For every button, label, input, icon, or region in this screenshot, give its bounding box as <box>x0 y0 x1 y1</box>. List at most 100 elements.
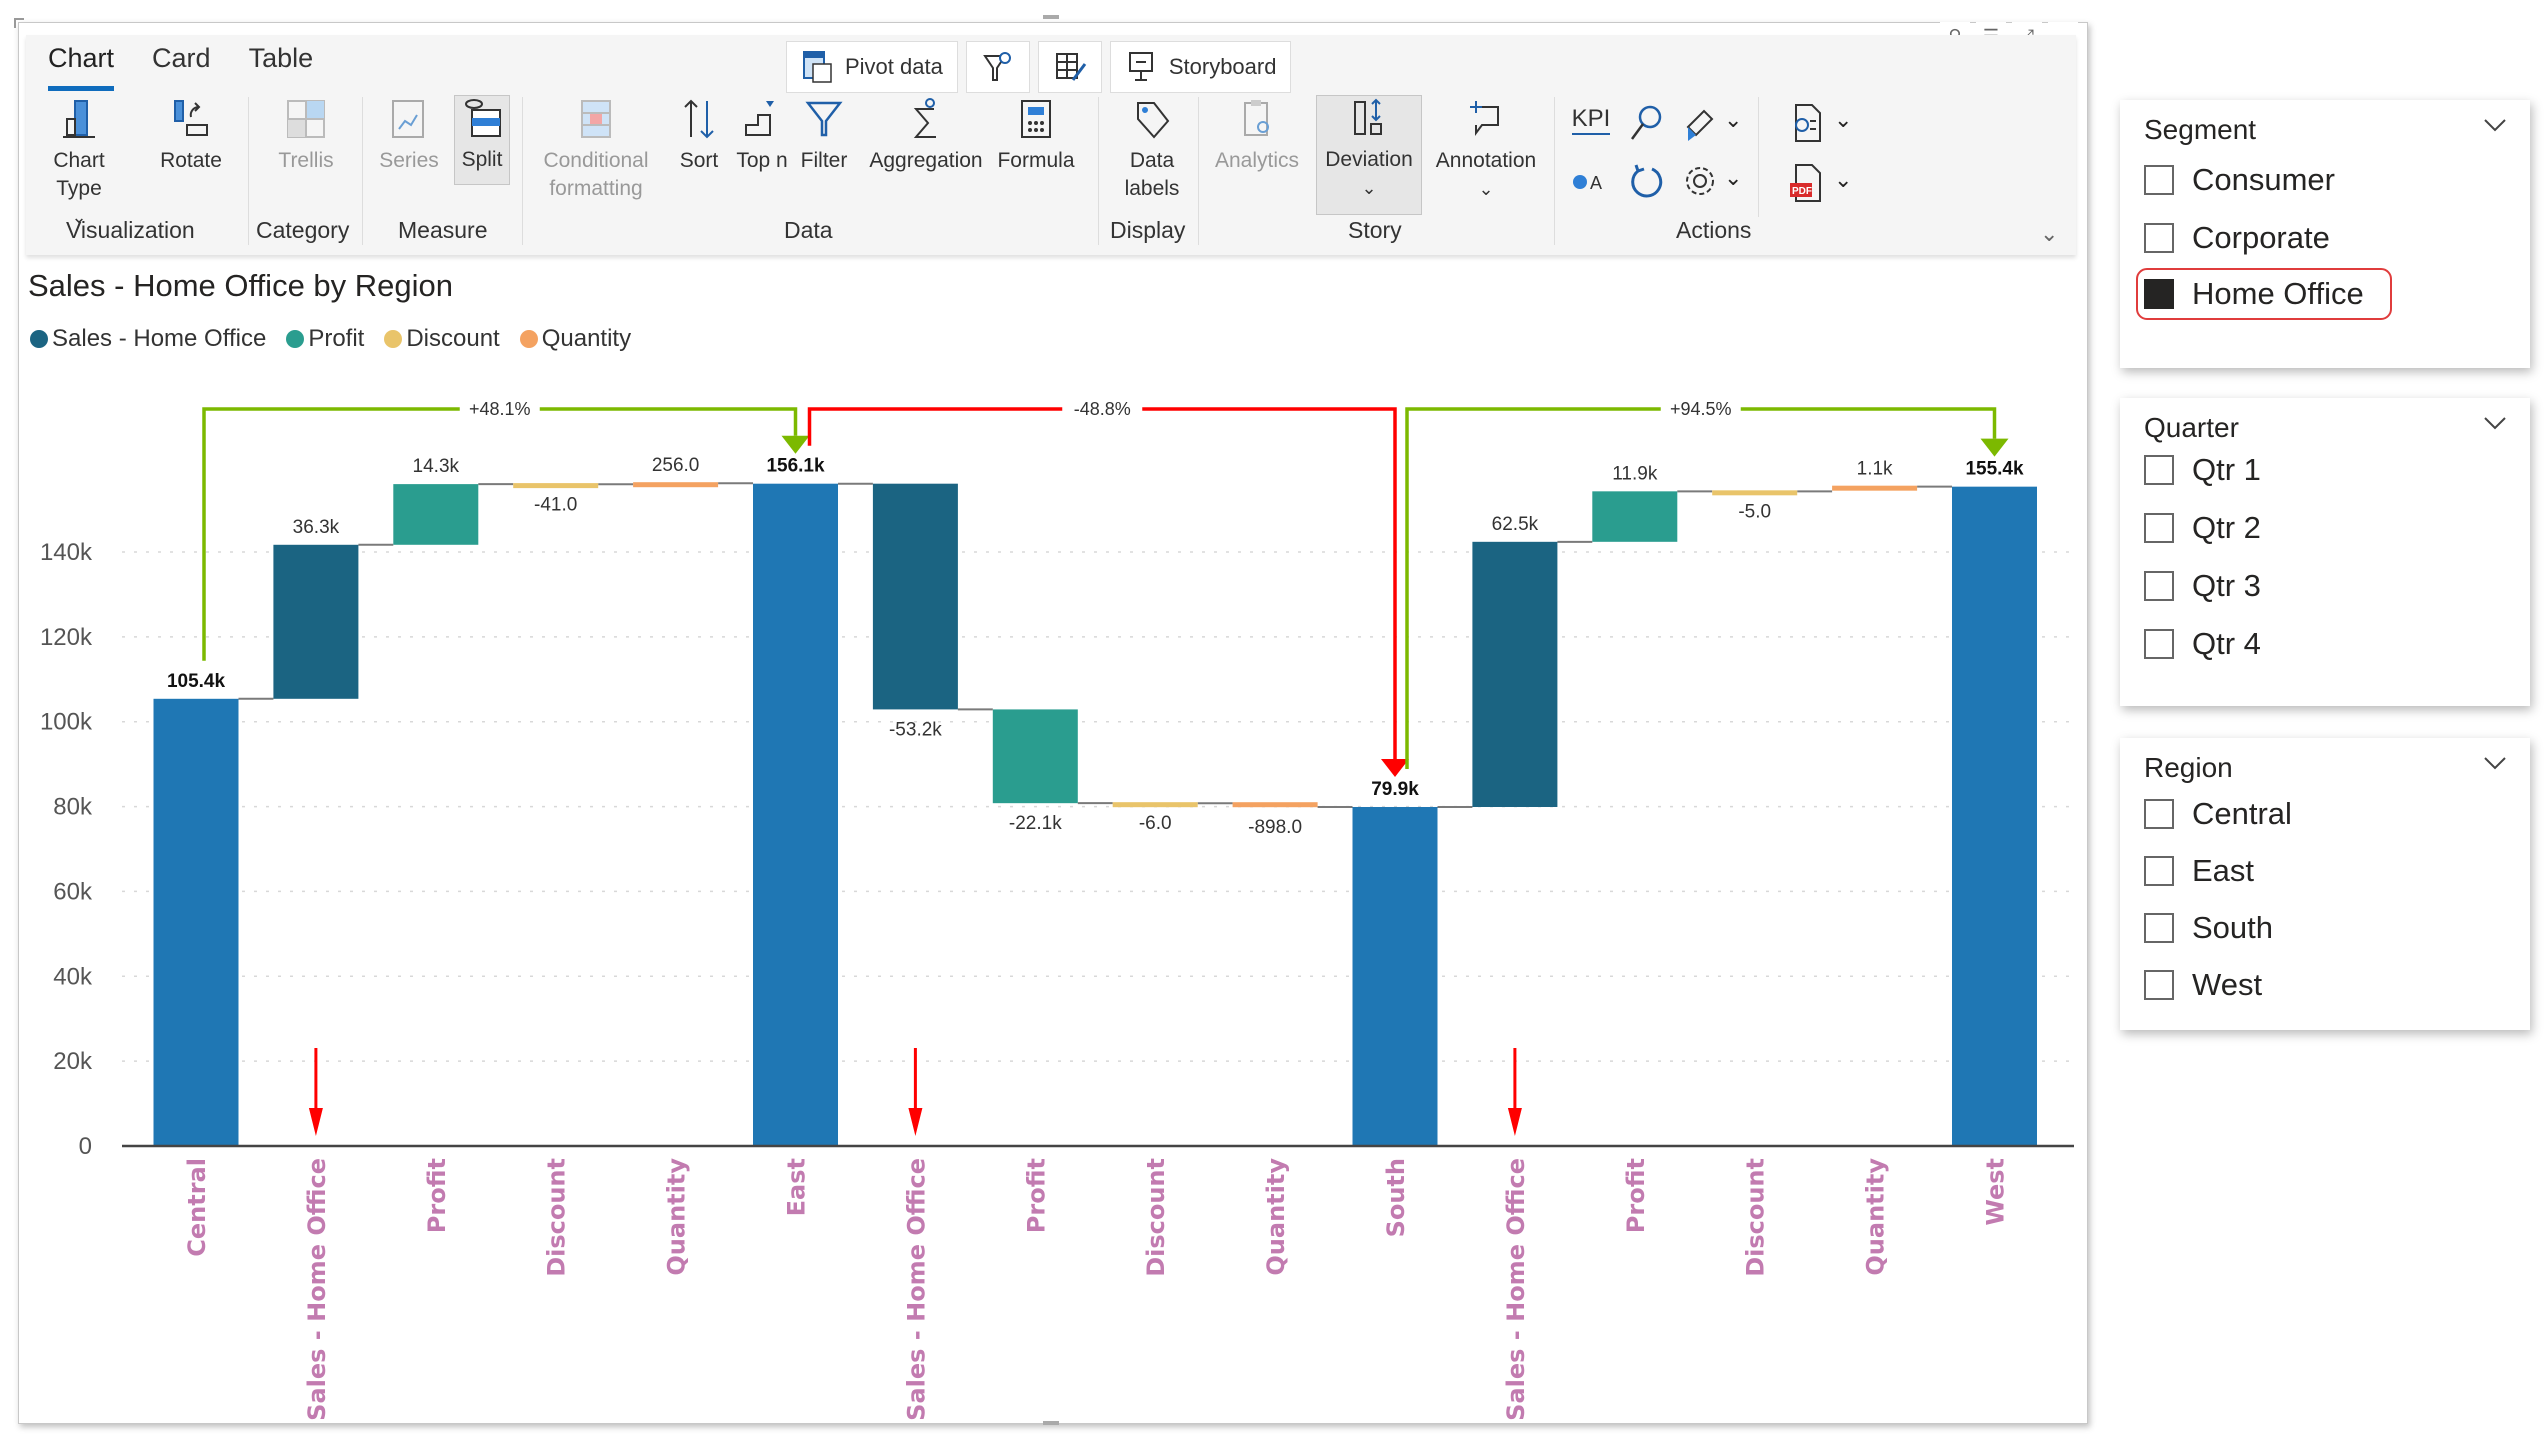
slicer-option[interactable]: East <box>2144 853 2254 889</box>
data-label: 156.1k <box>766 456 825 477</box>
slicer-option[interactable]: Consumer <box>2144 162 2335 198</box>
delta-bar <box>1232 802 1318 808</box>
delta-bar <box>633 482 719 488</box>
deviation-arrowhead <box>1980 438 2009 457</box>
slicer-option[interactable]: Qtr 4 <box>2144 626 2261 662</box>
x-tick-label: Profit <box>1622 1158 1650 1233</box>
data-label: 1.1k <box>1857 459 1893 480</box>
option-label: Consumer <box>2192 162 2335 197</box>
y-tick-label: 100k <box>40 709 93 736</box>
delta-bar <box>1592 491 1678 542</box>
x-tick-label: Quantity <box>1862 1158 1890 1276</box>
deviation-arrowhead <box>1381 758 1409 777</box>
data-label: -5.0 <box>1738 501 1771 522</box>
option-label: South <box>2192 910 2274 945</box>
deviation-arrowhead <box>781 435 810 454</box>
checkbox-checked[interactable] <box>2144 279 2174 309</box>
delta-bar <box>273 544 359 699</box>
data-label: 105.4k <box>167 671 226 692</box>
chevron-down-icon[interactable] <box>2482 750 2508 776</box>
x-tick-label: Sales - Home Office <box>303 1158 331 1421</box>
x-tick-label: Discount <box>543 1158 571 1277</box>
x-tick-label: Discount <box>1142 1158 1170 1277</box>
x-tick-label: Profit <box>423 1158 451 1233</box>
delta-bar <box>1112 802 1198 808</box>
data-label: -41.0 <box>534 494 577 515</box>
highlight-arrow-head <box>1507 1108 1522 1136</box>
x-tick-label: West <box>1982 1158 2010 1226</box>
x-tick-label: Discount <box>1742 1158 1770 1277</box>
data-label: -6.0 <box>1139 813 1172 834</box>
x-tick-label: Profit <box>1022 1158 1050 1233</box>
slicer-title: Quarter <box>2144 412 2239 443</box>
total-bar <box>1952 486 2037 1146</box>
data-label: 256.0 <box>652 455 700 476</box>
checkbox[interactable] <box>2144 970 2174 1000</box>
deviation-label: +94.5% <box>1670 399 1732 419</box>
deviation-label: -48.8% <box>1074 399 1131 419</box>
slicer-region: Region Central East South West <box>2120 738 2530 1030</box>
x-tick-label: Sales - Home Office <box>1502 1158 1530 1421</box>
slicer-quarter: Quarter Qtr 1 Qtr 2 Qtr 3 Qtr 4 <box>2120 398 2530 706</box>
slicer-option[interactable]: Qtr 2 <box>2144 510 2261 546</box>
deviation-label: +48.1% <box>469 399 531 419</box>
x-tick-label: Central <box>183 1158 211 1257</box>
option-label: East <box>2192 853 2255 888</box>
slicer-option[interactable]: South <box>2144 910 2273 946</box>
data-label: 36.3k <box>293 517 340 538</box>
x-tick-label: Sales - Home Office <box>902 1158 930 1421</box>
option-label: Central <box>2192 796 2292 831</box>
chevron-down-icon[interactable] <box>2482 410 2508 436</box>
slicer-option-selected[interactable]: Home Office <box>2136 268 2392 320</box>
y-tick-label: 120k <box>40 624 93 651</box>
y-tick-label: 40k <box>53 963 93 990</box>
y-tick-label: 80k <box>53 794 93 821</box>
checkbox[interactable] <box>2144 856 2174 886</box>
x-tick-label: Quantity <box>663 1158 691 1276</box>
x-tick-label: South <box>1382 1158 1410 1237</box>
delta-bar <box>393 484 479 545</box>
slicer-option[interactable]: Qtr 1 <box>2144 452 2261 488</box>
data-label: 79.9k <box>1371 779 1419 800</box>
checkbox[interactable] <box>2144 223 2174 253</box>
option-label: Home Office <box>2192 276 2364 311</box>
slicer-option[interactable]: West <box>2144 967 2262 1003</box>
total-bar <box>753 483 838 1146</box>
delta-bar <box>1712 490 1798 496</box>
chevron-down-icon[interactable] <box>2482 112 2508 138</box>
highlight-arrow-head <box>908 1108 923 1136</box>
total-bar <box>1352 806 1438 1146</box>
y-tick-label: 140k <box>40 539 93 566</box>
checkbox[interactable] <box>2144 913 2174 943</box>
slicer-option[interactable]: Qtr 3 <box>2144 568 2261 604</box>
delta-bar <box>1832 485 1918 491</box>
total-bar <box>153 698 239 1146</box>
slicer-title: Segment <box>2144 114 2257 145</box>
option-label: Qtr 3 <box>2192 568 2261 603</box>
y-tick-label: 0 <box>79 1133 92 1160</box>
slicer-option[interactable]: Central <box>2144 796 2292 832</box>
x-tick-label: Quantity <box>1262 1158 1290 1276</box>
data-label: -53.2k <box>889 719 942 740</box>
data-label: 11.9k <box>1612 463 1658 484</box>
option-label: Qtr 2 <box>2192 510 2261 545</box>
option-label: West <box>2192 967 2263 1002</box>
data-label: 155.4k <box>1965 459 2024 480</box>
highlight-arrow-head <box>308 1108 323 1136</box>
delta-bar <box>992 709 1078 804</box>
option-label: Qtr 4 <box>2192 626 2261 661</box>
slicer-segment: Segment Consumer Corporate Home Office <box>2120 100 2530 368</box>
delta-bar <box>513 483 599 489</box>
x-tick-label: East <box>783 1158 811 1216</box>
checkbox[interactable] <box>2144 629 2174 659</box>
data-label: -898.0 <box>1248 817 1302 838</box>
checkbox[interactable] <box>2144 513 2174 543</box>
y-tick-label: 60k <box>53 878 93 905</box>
checkbox[interactable] <box>2144 165 2174 195</box>
slicer-option[interactable]: Corporate <box>2144 220 2330 256</box>
checkbox[interactable] <box>2144 455 2174 485</box>
delta-bar <box>1472 541 1558 807</box>
checkbox[interactable] <box>2144 571 2174 601</box>
option-label: Corporate <box>2192 220 2330 255</box>
checkbox[interactable] <box>2144 799 2174 829</box>
